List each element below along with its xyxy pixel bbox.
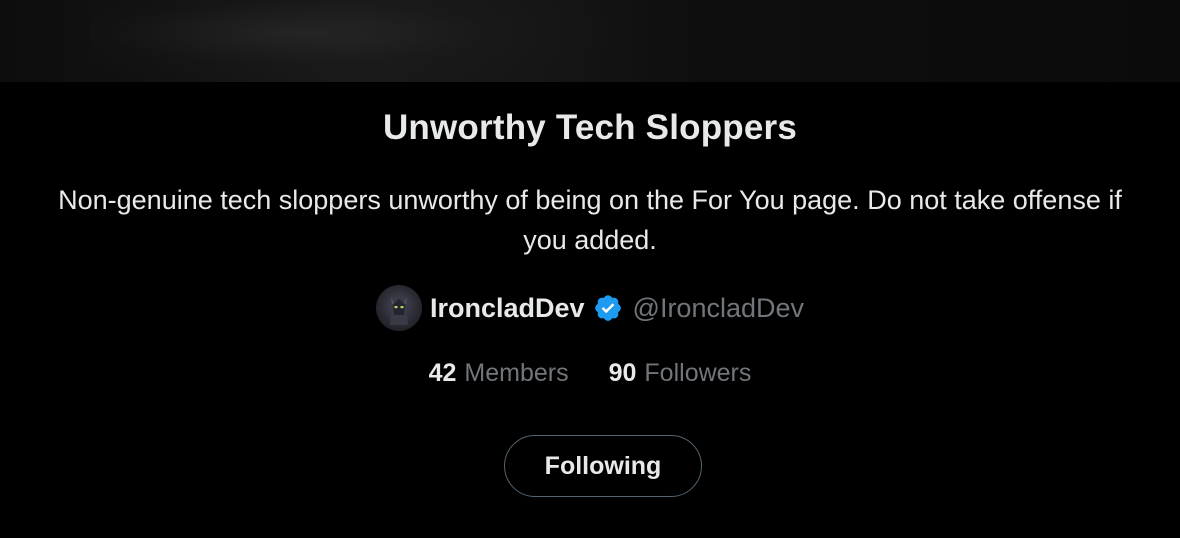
following-button[interactable]: Following bbox=[504, 435, 702, 497]
robot-avatar-icon[interactable] bbox=[375, 285, 422, 331]
list-banner-image bbox=[0, 0, 1180, 82]
owner-handle[interactable]: @IroncladDev bbox=[633, 293, 804, 324]
list-header: Unworthy Tech Sloppers Non-genuine tech … bbox=[0, 82, 1180, 538]
followers-stat[interactable]: 90 Followers bbox=[609, 359, 752, 388]
list-description: Non-genuine tech sloppers unworthy of be… bbox=[58, 185, 1122, 255]
list-title: Unworthy Tech Sloppers bbox=[382, 108, 798, 147]
followers-label: Followers bbox=[644, 359, 752, 387]
owner-name[interactable]: IroncladDev bbox=[430, 293, 585, 324]
list-owner[interactable]: IroncladDev @IroncladDev bbox=[0, 284, 1180, 332]
members-label: Members bbox=[464, 359, 569, 387]
members-stat[interactable]: 42 Members bbox=[429, 359, 569, 388]
followers-count: 90 bbox=[608, 359, 637, 387]
verified-badge-icon bbox=[593, 293, 623, 323]
members-count: 42 bbox=[428, 359, 457, 387]
list-stats: 42 Members 90 Followers bbox=[0, 359, 1180, 388]
